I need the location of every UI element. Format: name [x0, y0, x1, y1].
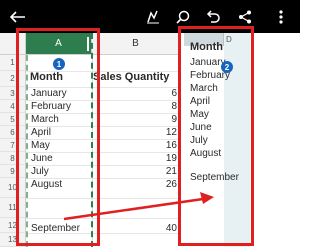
step-2-badge: 2: [221, 61, 233, 73]
cell-b9[interactable]: 21: [151, 167, 177, 177]
step-1-badge: 1: [53, 58, 65, 70]
cell-b3[interactable]: 6: [151, 89, 177, 99]
cell-b7[interactable]: 16: [151, 141, 177, 151]
pen-icon[interactable]: [140, 0, 166, 33]
cell-b5[interactable]: 9: [151, 115, 177, 125]
column-header-b[interactable]: B: [92, 33, 180, 55]
row-9-label: 9: [10, 166, 15, 176]
cell-b6[interactable]: 12: [151, 128, 177, 138]
more-icon[interactable]: [268, 0, 294, 33]
row-1-label: 1: [10, 58, 15, 67]
cell-b4[interactable]: 8: [151, 102, 177, 112]
column-b-label: B: [132, 38, 139, 49]
row-4-label: 4: [10, 101, 15, 111]
row-8-label: 8: [10, 153, 15, 163]
cell-b2-sales-header[interactable]: Sales Quantity: [93, 72, 169, 83]
target-highlight-box: [178, 26, 254, 246]
cell-b10[interactable]: 26: [151, 180, 177, 190]
row-7-label: 7: [10, 140, 15, 150]
row-6-label: 6: [10, 127, 15, 137]
row-5-label: 5: [10, 114, 15, 124]
cell-b12[interactable]: 40: [151, 224, 177, 234]
cell-b8[interactable]: 19: [151, 154, 177, 164]
row-3-label: 3: [10, 88, 15, 98]
row-2-label: 2: [10, 74, 15, 83]
